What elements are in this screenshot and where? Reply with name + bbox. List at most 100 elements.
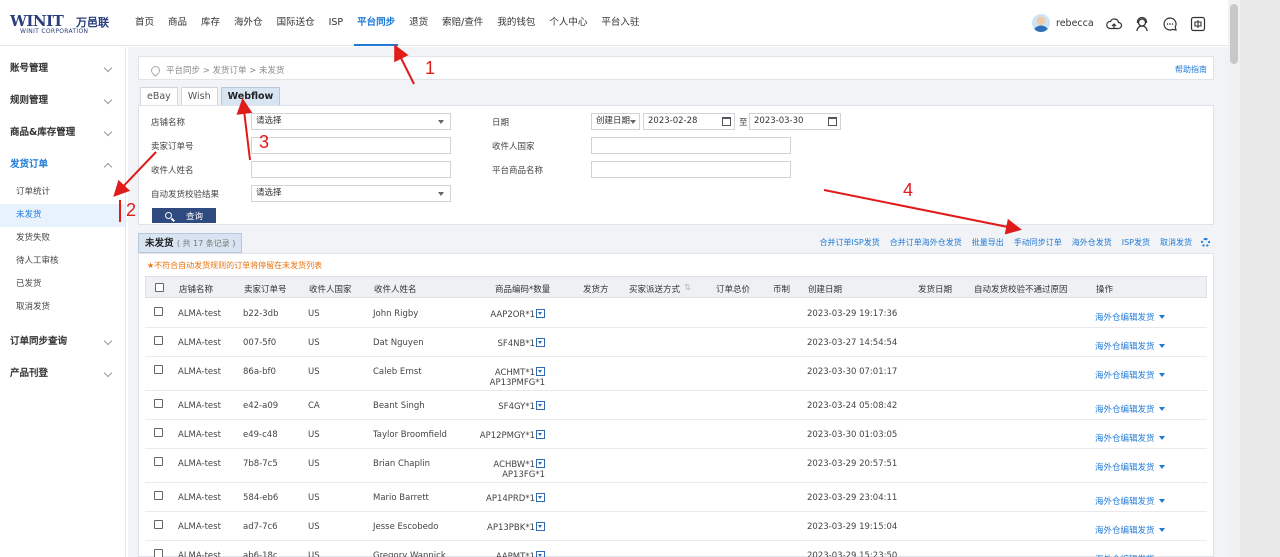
sidebar-subitem[interactable]: 未发货 — [0, 204, 125, 227]
breadcrumb-text: 平台同步 > 发货订单 > 未发货 — [166, 66, 285, 76]
recipient-name-input[interactable] — [251, 161, 451, 178]
row-checkbox[interactable] — [154, 336, 163, 345]
store-select-value: 请选择 — [256, 116, 282, 126]
edit-ship-action[interactable]: 海外仓编辑发货 — [1095, 311, 1165, 323]
avatar[interactable] — [1032, 14, 1050, 32]
row-checkbox[interactable] — [154, 365, 163, 374]
sidebar-subitem[interactable]: 取消发货 — [0, 296, 125, 319]
cloud-upload-icon[interactable] — [1106, 16, 1122, 32]
platform-product-input[interactable] — [591, 161, 791, 178]
nav-item[interactable]: 国际送仓 — [270, 0, 322, 46]
edit-ship-action[interactable]: 海外仓编辑发货 — [1095, 553, 1165, 557]
sku-dropdown-icon[interactable] — [536, 401, 545, 410]
location-pin-icon — [149, 63, 162, 77]
row-checkbox[interactable] — [154, 549, 163, 557]
recipient-name-label: 收件人姓名 — [151, 166, 194, 176]
sidebar-group[interactable]: 规则管理 — [0, 85, 125, 117]
sidebar-subitem[interactable]: 已发货 — [0, 273, 125, 296]
record-count: ( 共 17 条记录 ) — [176, 239, 236, 248]
edit-ship-action[interactable]: 海外仓编辑发货 — [1095, 369, 1165, 381]
select-all-checkbox[interactable] — [155, 283, 164, 292]
nav-item[interactable]: 首页 — [128, 0, 161, 46]
row-checkbox[interactable] — [154, 428, 163, 437]
list-action-link[interactable]: 海外仓发货 — [1072, 237, 1112, 248]
nav-item[interactable]: 平台同步 — [350, 0, 402, 46]
list-action-link[interactable]: 手动同步订单 — [1014, 237, 1062, 248]
row-checkbox[interactable] — [154, 457, 163, 466]
nav-item[interactable]: 库存 — [194, 0, 227, 46]
date-type-select[interactable]: 创建日期 — [591, 113, 640, 130]
table-row: ALMA-test e42-a09 CA Beant Singh SF4GY*1 2023… — [145, 391, 1207, 420]
platform-tab[interactable]: Webflow — [220, 87, 281, 106]
list-action-link[interactable]: 合并订单ISP发货 — [819, 237, 879, 248]
sidebar-group[interactable]: 商品&库存管理 — [0, 117, 125, 149]
edit-ship-action[interactable]: 海外仓编辑发货 — [1095, 340, 1165, 352]
sku-dropdown-icon[interactable] — [536, 493, 545, 502]
nav-item[interactable]: 退货 — [402, 0, 435, 46]
seller-order-input[interactable] — [251, 137, 451, 154]
edit-ship-action[interactable]: 海外仓编辑发货 — [1095, 495, 1165, 507]
edit-ship-action[interactable]: 海外仓编辑发货 — [1095, 403, 1165, 415]
nav-item[interactable]: 个人中心 — [542, 0, 594, 46]
winit-logo[interactable]: WINIT 万邑联 WINIT CORPORATION — [10, 12, 120, 36]
gear-icon[interactable] — [1201, 238, 1210, 247]
sku-dropdown-icon[interactable] — [536, 309, 545, 318]
sku-dropdown-icon[interactable] — [536, 551, 545, 557]
nav-item[interactable]: 索赔/查件 — [435, 0, 490, 46]
list-action-link[interactable]: 批量导出 — [972, 237, 1004, 248]
cell-store: ALMA-test — [178, 338, 221, 348]
sidebar-subitem[interactable]: 发货失败 — [0, 227, 125, 250]
page-scrollbar[interactable] — [1228, 0, 1240, 557]
country-label: 收件人国家 — [492, 142, 535, 152]
list-action-link[interactable]: ISP发货 — [1122, 237, 1150, 248]
date-to-input[interactable]: 2023-03-30 — [749, 113, 841, 130]
list-action-link[interactable]: 合并订单海外仓发货 — [890, 237, 962, 248]
nav-item[interactable]: 商品 — [161, 0, 194, 46]
customer-service-icon[interactable] — [1134, 16, 1150, 32]
main-nav: 首页 商品 库存 海外仓 国际送仓 ISP 平台同步 退货 索赔/查件 我的钱包 个人中心 平台入驻 — [128, 0, 646, 46]
sidebar-group[interactable]: 产品刊登 — [0, 358, 125, 390]
sidebar-subitem[interactable]: 订单统计 — [0, 181, 125, 204]
sidebar-group[interactable]: 订单同步查询 — [0, 326, 125, 358]
sort-icon[interactable]: ⇅ — [684, 283, 691, 293]
country-input[interactable] — [591, 137, 791, 154]
row-checkbox[interactable] — [154, 520, 163, 529]
nav-item[interactable]: 海外仓 — [227, 0, 270, 46]
sidebar-group[interactable]: 发货订单 — [0, 149, 125, 181]
user-menu[interactable]: rebecca — [1032, 14, 1094, 32]
calendar-icon[interactable] — [828, 117, 837, 126]
store-select[interactable]: 请选择 — [251, 113, 451, 130]
nav-item[interactable]: ISP — [322, 0, 351, 46]
auto-check-select[interactable]: 请选择 — [251, 185, 451, 202]
calendar-icon[interactable] — [722, 117, 731, 126]
table-row: ALMA-test 86a-bf0 US Caleb Ernst ACHMT*1 AP13… — [145, 357, 1207, 391]
search-button[interactable]: 查询 — [152, 208, 216, 223]
sku-dropdown-icon[interactable] — [536, 459, 545, 468]
sku-dropdown-icon[interactable] — [536, 367, 545, 376]
row-checkbox[interactable] — [154, 399, 163, 408]
sku-dropdown-icon[interactable] — [536, 338, 545, 347]
list-actions: 合并订单ISP发货 合并订单海外仓发货 批量导出 手动同步订单 海外仓发货 ISP发货 取消… — [809, 237, 1210, 248]
row-checkbox[interactable] — [154, 491, 163, 500]
platform-tab[interactable]: Wish — [180, 87, 218, 106]
date-type-value: 创建日期 — [596, 116, 631, 126]
date-from-input[interactable]: 2023-02-28 — [643, 113, 735, 130]
sku-dropdown-icon[interactable] — [536, 522, 545, 531]
chat-icon[interactable] — [1162, 16, 1178, 32]
help-guide-link[interactable]: 帮助指南 — [1175, 64, 1207, 75]
edit-ship-action[interactable]: 海外仓编辑发货 — [1095, 432, 1165, 444]
cell-name: Brian Chaplin — [373, 459, 431, 469]
cell-store: ALMA-test — [178, 309, 221, 319]
sidebar-group[interactable]: 账号管理 — [0, 53, 125, 85]
row-checkbox[interactable] — [154, 307, 163, 316]
list-action-link[interactable]: 取消发货 — [1160, 237, 1192, 248]
edit-ship-action[interactable]: 海外仓编辑发货 — [1095, 524, 1165, 536]
platform-tab[interactable]: eBay — [140, 87, 178, 106]
column-header: 自动发货校验不通过原因 — [974, 285, 1068, 295]
sku-dropdown-icon[interactable] — [536, 430, 545, 439]
nav-item[interactable]: 平台入驻 — [594, 0, 646, 46]
language-cn-icon[interactable] — [1190, 16, 1206, 32]
nav-item[interactable]: 我的钱包 — [490, 0, 542, 46]
edit-ship-action[interactable]: 海外仓编辑发货 — [1095, 461, 1165, 473]
sidebar-subitem[interactable]: 待人工审核 — [0, 250, 125, 273]
